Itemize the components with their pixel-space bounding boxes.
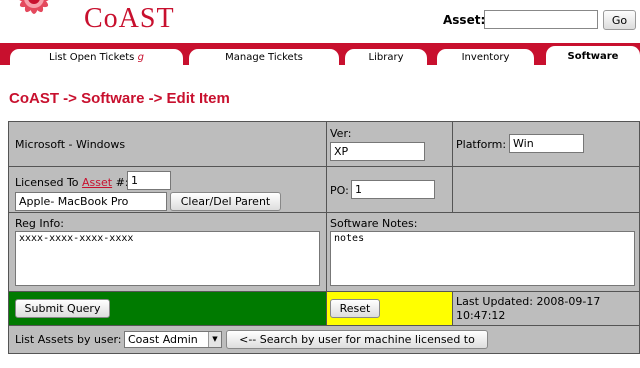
last-updated-label: Last Updated: [456,295,533,308]
page-title: CoAST -> Software -> Edit Item [9,90,230,107]
tab-library[interactable]: Library [345,49,427,65]
app-title: CoAST [84,3,175,34]
clear-parent-button[interactable]: Clear/Del Parent [170,192,281,211]
software-name-cell: Microsoft - Windows [9,122,327,167]
po-label: PO: [330,184,349,197]
tab-label: Software [567,51,619,62]
software-notes-cell: Software Notes: notes [327,213,639,292]
last-updated-time: 10:47:12 [456,309,506,322]
search-by-user-button[interactable]: <-- Search by user for machine licensed … [226,330,488,349]
submit-button[interactable]: Submit Query [15,299,110,318]
version-input[interactable] [330,142,425,161]
tab-label: Inventory [461,52,510,63]
user-select-value: Coast Admin [128,333,198,346]
tab-inventory[interactable]: Inventory [437,49,534,65]
reg-info-label: Reg Info: [15,217,64,230]
reg-info-textarea[interactable]: xxxx-xxxx-xxxx-xxxx [15,231,320,286]
software-notes-textarea[interactable]: notes [330,231,635,286]
last-updated-date: 2008-09-17 [536,295,601,308]
last-updated-line: Last Updated: 2008-09-17 [456,295,600,308]
list-assets-cell: List Assets by user: Coast Admin ▼ <-- S… [9,326,639,353]
asset-link[interactable]: Asset [82,176,112,189]
empty-cell [453,167,639,213]
reset-button[interactable]: Reset [330,299,380,318]
tab-list-open-tickets[interactable]: List Open Tickets g [10,49,183,65]
chevron-down-icon: ▼ [208,332,221,347]
po-cell: PO: [327,167,453,213]
version-cell: Ver: [327,122,453,167]
reg-info-cell: Reg Info: xxxx-xxxx-xxxx-xxxx [9,213,327,292]
tab-suffix: g [137,52,144,63]
submit-cell: Submit Query [9,292,327,326]
go-button[interactable]: Go [603,10,636,30]
licensed-to-label: Licensed To Asset #: [15,176,129,189]
tab-label: Manage Tickets [225,52,303,63]
platform-input[interactable] [509,134,584,153]
licensed-to-cell: Licensed To Asset #: Clear/Del Parent [9,167,327,213]
software-notes-label: Software Notes: [330,217,418,230]
asset-search-label: Asset: [443,13,486,27]
version-label: Ver: [330,127,352,140]
platform-label: Platform: [456,138,507,151]
list-assets-label: List Assets by user: [15,333,122,346]
software-name: Microsoft - Windows [15,138,126,151]
po-input[interactable] [351,180,435,199]
coast-logo-icon [0,0,72,32]
tab-label: List Open Tickets [49,52,135,63]
tab-manage-tickets[interactable]: Manage Tickets [189,49,339,65]
reset-cell: Reset [327,292,453,326]
asset-search-input[interactable] [484,10,598,29]
parent-asset-input[interactable] [15,192,167,211]
edit-item-form: Microsoft - Windows Ver: Platform: Licen… [8,121,640,354]
licensed-number-input[interactable] [127,171,171,190]
last-updated-cell: Last Updated: 2008-09-17 10:47:12 [453,292,639,326]
tab-software[interactable]: Software [546,46,640,65]
tab-label: Library [368,52,404,63]
user-select[interactable]: Coast Admin ▼ [124,331,222,348]
platform-cell: Platform: [453,122,639,167]
